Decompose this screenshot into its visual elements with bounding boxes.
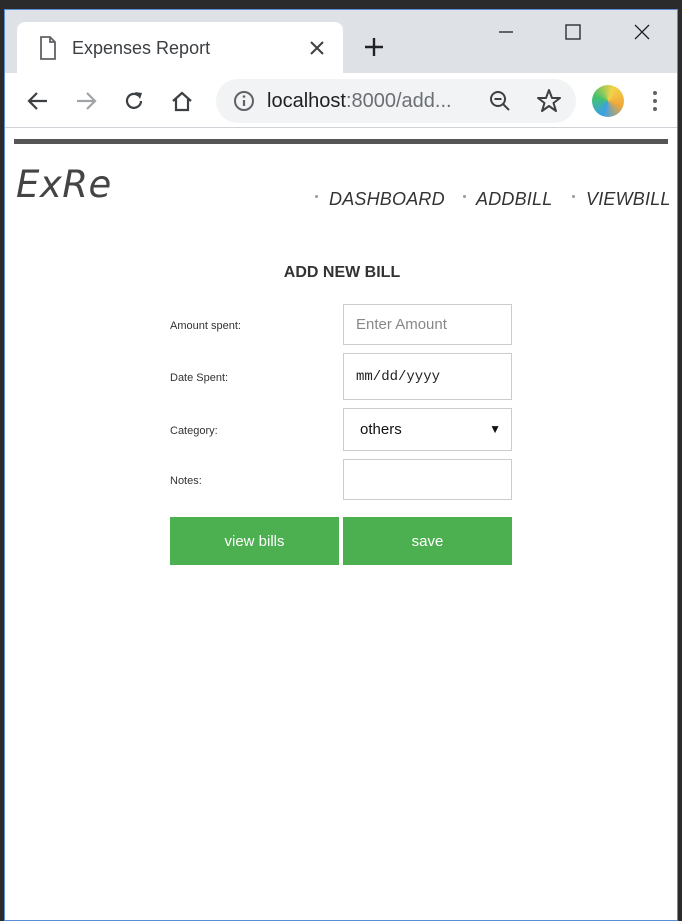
category-value: others bbox=[360, 421, 402, 438]
title-bar: Expenses Report bbox=[5, 10, 677, 73]
amount-input[interactable] bbox=[343, 304, 512, 345]
category-label: Category: bbox=[170, 425, 218, 437]
nav-dashboard[interactable]: DASHBOARD bbox=[329, 189, 445, 210]
top-divider bbox=[14, 139, 668, 144]
nav-bullet bbox=[315, 195, 318, 198]
tab-expenses-report[interactable]: Expenses Report bbox=[17, 22, 343, 73]
page-icon bbox=[40, 36, 56, 60]
url-text[interactable]: localhost:8000/add... bbox=[267, 90, 452, 113]
zoom-icon[interactable] bbox=[488, 89, 512, 113]
date-input[interactable]: mm/dd/yyyy bbox=[343, 353, 512, 400]
maximize-icon[interactable] bbox=[550, 16, 596, 48]
url-host: localhost bbox=[267, 90, 346, 112]
profile-avatar[interactable] bbox=[592, 85, 624, 117]
nav-viewbill[interactable]: VIEWBILL bbox=[586, 189, 671, 210]
nav-addbill[interactable]: ADDBILL bbox=[476, 189, 552, 210]
close-icon[interactable] bbox=[305, 36, 329, 60]
notes-input[interactable] bbox=[343, 459, 512, 500]
view-bills-button[interactable]: view bills bbox=[170, 517, 339, 565]
reload-icon[interactable] bbox=[118, 85, 150, 117]
forward-icon[interactable] bbox=[70, 85, 102, 117]
back-icon[interactable] bbox=[22, 85, 54, 117]
window-close-icon[interactable] bbox=[619, 16, 665, 48]
home-icon[interactable] bbox=[166, 85, 198, 117]
info-icon[interactable] bbox=[233, 90, 255, 112]
nav-bullet bbox=[572, 195, 575, 198]
tab-title: Expenses Report bbox=[72, 38, 211, 58]
menu-icon[interactable] bbox=[641, 85, 669, 117]
nav-bullet bbox=[463, 195, 466, 198]
address-bar[interactable]: localhost:8000/add... bbox=[216, 79, 576, 123]
date-label: Date Spent: bbox=[170, 372, 229, 384]
main-nav: DASHBOARD ADDBILL VIEWBILL bbox=[5, 189, 677, 219]
save-button[interactable]: save bbox=[343, 517, 512, 565]
amount-label: Amount spent: bbox=[170, 320, 241, 332]
category-select[interactable]: others ▼ bbox=[343, 408, 512, 451]
minimize-icon[interactable] bbox=[483, 16, 529, 48]
notes-label: Notes: bbox=[170, 475, 202, 487]
plus-icon[interactable] bbox=[361, 34, 387, 60]
page-content: ExRe DASHBOARD ADDBILL VIEWBILL ADD NEW … bbox=[5, 129, 677, 920]
date-placeholder: mm/dd/yyyy bbox=[356, 368, 441, 385]
browser-toolbar: localhost:8000/add... bbox=[5, 73, 677, 128]
form-title: ADD NEW BILL bbox=[283, 264, 401, 281]
dropdown-arrow-icon: ▼ bbox=[489, 422, 501, 436]
star-icon[interactable] bbox=[536, 88, 562, 114]
url-path: :8000/add... bbox=[345, 90, 452, 112]
browser-window: Expenses Report localhost:8000/add... Ex… bbox=[4, 9, 678, 921]
